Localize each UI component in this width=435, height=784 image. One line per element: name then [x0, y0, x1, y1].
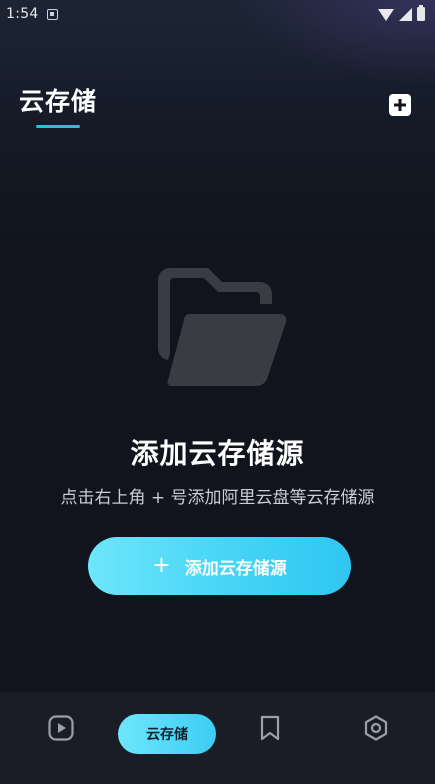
signal-icon — [399, 7, 412, 21]
bookmark-icon — [260, 715, 280, 741]
empty-state-title: 添加云存储源 — [130, 437, 305, 470]
settings-hexagon-icon — [364, 715, 388, 741]
app-notification-icon — [46, 8, 58, 20]
plus-square-icon[interactable] — [389, 94, 411, 116]
status-time: 1:54 — [6, 6, 39, 22]
nav-cloud-label: 云存储 — [146, 727, 188, 743]
wifi-icon — [378, 9, 394, 21]
title-underline — [36, 125, 80, 128]
folder-open-icon — [157, 268, 287, 387]
plus-icon: + — [152, 553, 171, 578]
nav-item-bookmark[interactable] — [252, 710, 288, 746]
page-title: 云存储 — [19, 87, 98, 116]
add-cloud-source-button[interactable]: + 添加云存储源 — [88, 537, 351, 595]
status-icons — [378, 5, 425, 21]
battery-icon — [417, 5, 425, 21]
play-icon — [48, 715, 74, 741]
status-bar: 1:54 — [0, 0, 435, 28]
add-cloud-source-label: 添加云存储源 — [184, 558, 287, 579]
nav-item-cloud-storage[interactable]: 云存储 — [118, 714, 216, 754]
empty-state-subtitle: 点击右上角 + 号添加阿里云盘等云存储源 — [60, 488, 375, 508]
bottom-nav: 云存储 — [0, 692, 435, 784]
nav-item-settings[interactable] — [358, 710, 394, 746]
nav-item-play[interactable] — [43, 710, 79, 746]
